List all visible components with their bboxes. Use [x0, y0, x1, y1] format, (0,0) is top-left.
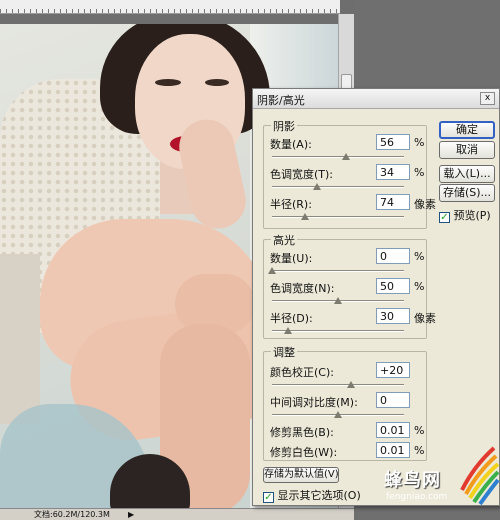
slider-thumb[interactable] [341, 153, 350, 160]
white-clip-label: 修剪白色(W): [270, 446, 338, 459]
shadows-amount-row: 数量(A): 56 % [270, 134, 425, 166]
highlights-tonal-width-label: 色调宽度(N): [270, 282, 335, 295]
highlights-amount-row: 数量(U): 0 % [268, 248, 425, 280]
white-clip-input[interactable]: 0.01 [376, 442, 410, 458]
shadows-tonal-width-label: 色调宽度(T): [270, 168, 334, 181]
watermark-brand-cn: 蜂鸟网 [384, 470, 441, 491]
shadows-tonal-width-input[interactable]: 34 [376, 164, 410, 180]
cancel-button[interactable]: 取消 [439, 141, 495, 159]
white-clip-unit: % [414, 444, 425, 457]
slider-thumb[interactable] [268, 267, 276, 274]
shadows-amount-label: 数量(A): [270, 138, 312, 151]
shadows-radius-input[interactable]: 74 [376, 194, 410, 210]
adjustments-group-label: 调整 [271, 344, 297, 360]
load-button[interactable]: 载入(L)... [439, 165, 495, 183]
status-bar: 文档:60.2M/120.3M ▶ [0, 508, 354, 520]
left-eye [155, 79, 181, 86]
document-size-info: 文档:60.2M/120.3M [34, 510, 110, 519]
shadows-amount-unit: % [414, 136, 425, 149]
slider-thumb[interactable] [301, 213, 309, 220]
shadows-group-label: 阴影 [271, 118, 297, 134]
color-correction-label: 颜色校正(C): [270, 366, 334, 379]
lace-body [0, 254, 40, 424]
highlights-radius-unit: 像素 [414, 312, 436, 325]
dialog-title-bar[interactable]: 阴影/高光 x [253, 89, 499, 109]
shadows-radius-row: 半径(R): 74 像素 [270, 194, 436, 226]
shadows-tonal-width-unit: % [414, 166, 425, 179]
shadows-radius-slider[interactable] [272, 213, 404, 220]
shadows-tonal-width-row: 色调宽度(T): 34 % [270, 164, 425, 196]
midtone-contrast-slider[interactable] [272, 411, 404, 418]
shadows-group: 阴影 数量(A): 56 % 色调宽度(T): 34 % 半径(R): 74 像… [263, 118, 436, 229]
highlights-tonal-width-row: 色调宽度(N): 50 % [270, 278, 425, 310]
slider-thumb[interactable] [334, 411, 342, 418]
ok-button[interactable]: 确定 [439, 121, 495, 139]
shadows-amount-slider[interactable] [272, 153, 404, 160]
slider-thumb[interactable] [283, 327, 292, 334]
highlights-amount-slider[interactable] [268, 267, 404, 274]
feather-logo-icon [460, 446, 500, 506]
save-button[interactable]: 存储(S)... [439, 184, 495, 202]
preview-checkbox-row[interactable]: ✓ 预览(P) [439, 207, 491, 223]
slider-thumb[interactable] [312, 183, 321, 190]
highlights-amount-label: 数量(U): [270, 252, 313, 265]
black-clip-input[interactable]: 0.01 [376, 422, 410, 438]
save-as-default-button[interactable]: 存储为默认值(V) [263, 467, 339, 483]
highlights-radius-label: 半径(D): [270, 312, 313, 325]
color-correction-row: 颜色校正(C): +20 [270, 362, 422, 394]
close-button[interactable]: x [480, 92, 495, 105]
preview-label: 预览(P) [453, 209, 491, 222]
dialog-title: 阴影/高光 [257, 94, 305, 107]
midtone-contrast-label: 中间调对比度(M): [270, 396, 358, 409]
slider-thumb[interactable] [347, 381, 356, 388]
black-clip-unit: % [414, 424, 425, 437]
horizontal-ruler [0, 0, 340, 14]
black-clip-label: 修剪黑色(B): [270, 426, 334, 439]
show-more-options-checkbox[interactable]: ✓ [263, 492, 274, 503]
right-eye [205, 79, 229, 86]
shadow-highlight-dialog: 阴影/高光 x 阴影 数量(A): 56 % 色调宽度(T): 34 % 半径(… [252, 88, 500, 506]
highlights-amount-input[interactable]: 0 [376, 248, 410, 264]
highlights-radius-slider[interactable] [272, 327, 404, 334]
highlights-radius-input[interactable]: 30 [376, 308, 410, 324]
fengniao-watermark: 蜂鸟网 fengniao.com [384, 446, 500, 520]
shadows-radius-unit: 像素 [414, 198, 436, 211]
shadows-tonal-width-slider[interactable] [272, 183, 404, 190]
color-correction-input[interactable]: +20 [376, 362, 410, 378]
highlights-amount-unit: % [414, 250, 425, 263]
preview-checkbox[interactable]: ✓ [439, 212, 450, 223]
show-more-options-row[interactable]: ✓ 显示其它选项(O) [263, 487, 361, 503]
highlights-group: 高光 数量(U): 0 % 色调宽度(N): 50 % 半径(D): 30 像素 [263, 232, 436, 340]
shadows-radius-label: 半径(R): [270, 198, 312, 211]
highlights-tonal-width-unit: % [414, 280, 425, 293]
highlights-tonal-width-slider[interactable] [272, 297, 404, 304]
highlights-tonal-width-input[interactable]: 50 [376, 278, 410, 294]
highlights-radius-row: 半径(D): 30 像素 [270, 308, 436, 340]
slider-thumb[interactable] [334, 297, 342, 304]
midtone-contrast-row: 中间调对比度(M): 0 [270, 392, 422, 424]
shadows-amount-input[interactable]: 56 [376, 134, 410, 150]
midtone-contrast-input[interactable]: 0 [376, 392, 410, 408]
highlights-group-label: 高光 [271, 232, 297, 248]
watermark-brand-en: fengniao.com [386, 492, 448, 502]
adjustments-group: 调整 颜色校正(C): +20 中间调对比度(M): 0 修剪黑色(B): 0.… [263, 344, 427, 461]
color-correction-slider[interactable] [272, 381, 404, 388]
show-more-options-label: 显示其它选项(O) [277, 489, 361, 502]
status-menu-arrow-icon[interactable]: ▶ [128, 509, 134, 520]
